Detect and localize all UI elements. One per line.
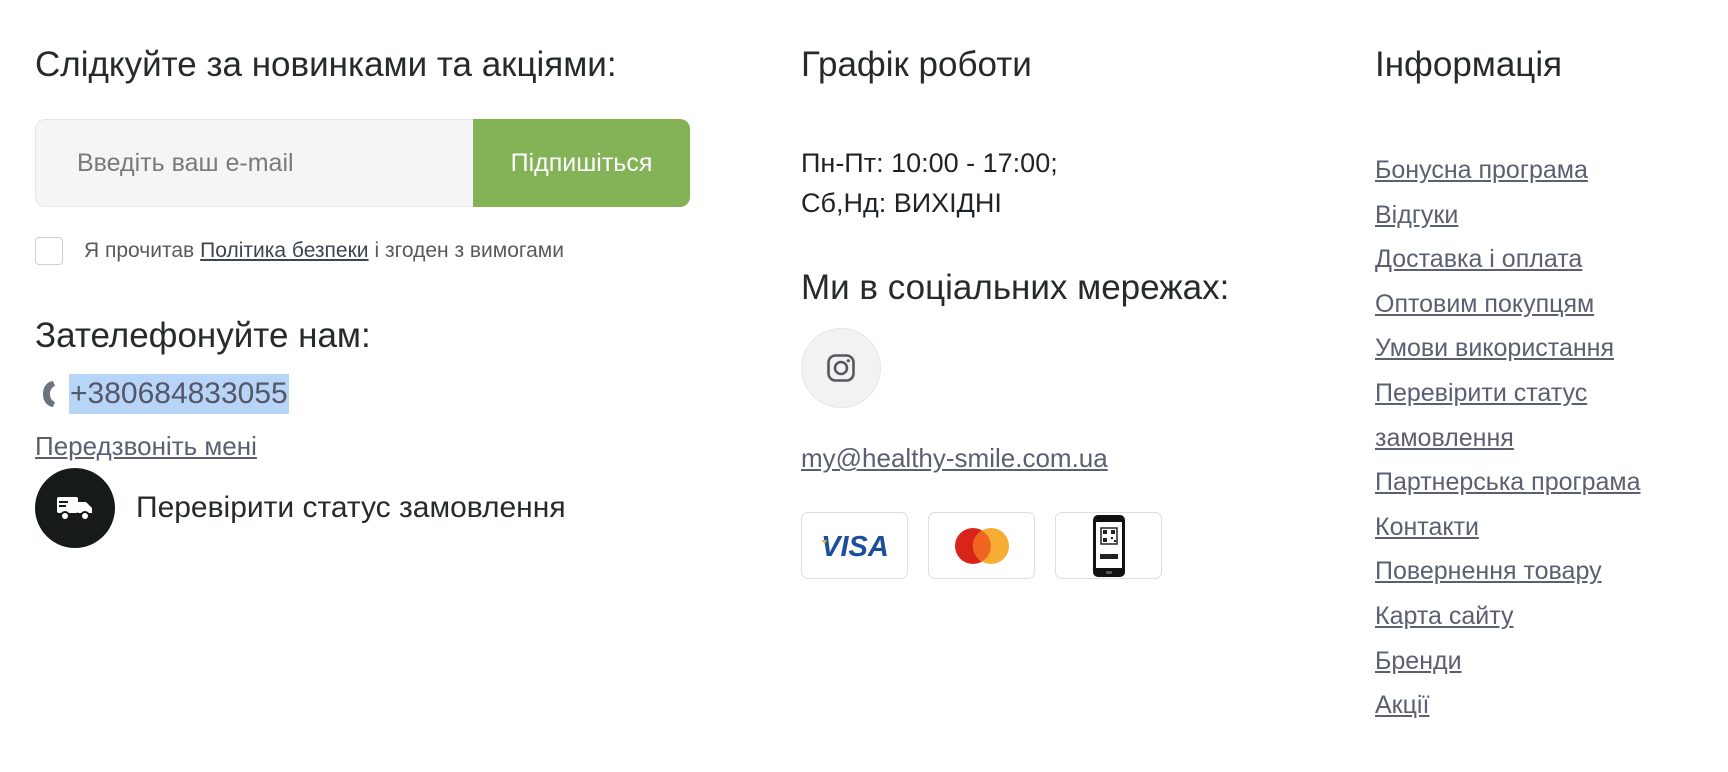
consent-checkbox[interactable] — [35, 237, 63, 265]
consent-row: Я прочитав Політика безпеки і згоден з в… — [35, 237, 564, 265]
visa-logo: VISA — [801, 512, 908, 579]
info-link-contacts[interactable]: Контакти — [1375, 513, 1479, 541]
instagram-button[interactable] — [801, 328, 881, 408]
info-link-returns[interactable]: Повернення товару — [1375, 557, 1602, 585]
info-link-sitemap[interactable]: Карта сайту — [1375, 602, 1513, 630]
list-item: Доставка і оплата — [1375, 237, 1641, 282]
schedule-weekdays: Пн-Пт: 10:00 - 17:00; — [801, 148, 1058, 178]
order-status-label: Перевірити статус замовлення — [136, 491, 566, 524]
mastercard-logo — [928, 512, 1035, 579]
list-item: Контакти — [1375, 505, 1641, 550]
phone-number-link[interactable]: +380684833055 — [69, 374, 289, 414]
info-links: Бонусна програма Відгуки Доставка і опла… — [1375, 148, 1641, 728]
payment-methods: VISA — [801, 512, 1182, 579]
list-item: Перевірити статус — [1375, 371, 1641, 416]
info-link-partner-program[interactable]: Партнерська програма — [1375, 468, 1641, 496]
info-link-reviews[interactable]: Відгуки — [1375, 201, 1458, 229]
newsletter-heading: Слідкуйте за новинками та акціями: — [35, 45, 617, 84]
visa-text: VISA — [821, 531, 889, 561]
schedule-hours: Пн-Пт: 10:00 - 17:00; Сб,Нд: ВИХІДНІ — [801, 143, 1058, 223]
call-us-heading: Зателефонуйте нам: — [35, 316, 371, 355]
info-heading: Інформація — [1375, 45, 1563, 84]
list-item: Карта сайту — [1375, 594, 1641, 639]
social-heading: Ми в соціальних мережах: — [801, 268, 1230, 307]
info-link-promotions[interactable]: Акції — [1375, 691, 1429, 719]
info-link-terms[interactable]: Умови використання — [1375, 334, 1614, 362]
consent-prefix: Я прочитав — [84, 239, 195, 262]
callback-link[interactable]: Передзвоніть мені — [35, 431, 257, 462]
info-link-bonus-program[interactable]: Бонусна програма — [1375, 156, 1588, 184]
info-link-brands[interactable]: Бренди — [1375, 647, 1462, 675]
qr-phone-payment-icon — [1055, 512, 1162, 579]
info-link-order-status[interactable]: Перевірити статус — [1375, 379, 1587, 407]
list-item: Оптовим покупцям — [1375, 282, 1641, 327]
list-item: замовлення — [1375, 416, 1641, 461]
privacy-policy-link[interactable]: Політика безпеки — [200, 239, 368, 263]
list-item: Повернення товару — [1375, 549, 1641, 594]
list-item: Акції — [1375, 683, 1641, 728]
list-item: Бренди — [1375, 639, 1641, 684]
list-item: Партнерська програма — [1375, 460, 1641, 505]
subscribe-form: Підпишіться — [35, 119, 690, 207]
schedule-weekend: Сб,Нд: ВИХІДНІ — [801, 188, 1002, 218]
list-item: Бонусна програма — [1375, 148, 1641, 193]
consent-suffix: і згоден з вимогами — [374, 239, 564, 262]
subscribe-button[interactable]: Підпишіться — [473, 119, 690, 207]
instagram-icon — [826, 353, 856, 383]
schedule-heading: Графік роботи — [801, 45, 1032, 84]
email-input[interactable] — [35, 119, 473, 207]
phone-row: +380684833055 — [35, 374, 289, 414]
order-status-button[interactable]: Перевірити статус замовлення — [35, 468, 566, 548]
phone-icon — [40, 379, 58, 409]
info-link-delivery-payment[interactable]: Доставка і оплата — [1375, 245, 1582, 273]
info-link-order-status-cont[interactable]: замовлення — [1375, 424, 1514, 452]
list-item: Умови використання — [1375, 326, 1641, 371]
contact-email-link[interactable]: my@healthy-smile.com.ua — [801, 443, 1108, 474]
info-link-wholesale[interactable]: Оптовим покупцям — [1375, 290, 1594, 318]
truck-icon — [35, 468, 115, 548]
list-item: Відгуки — [1375, 193, 1641, 238]
